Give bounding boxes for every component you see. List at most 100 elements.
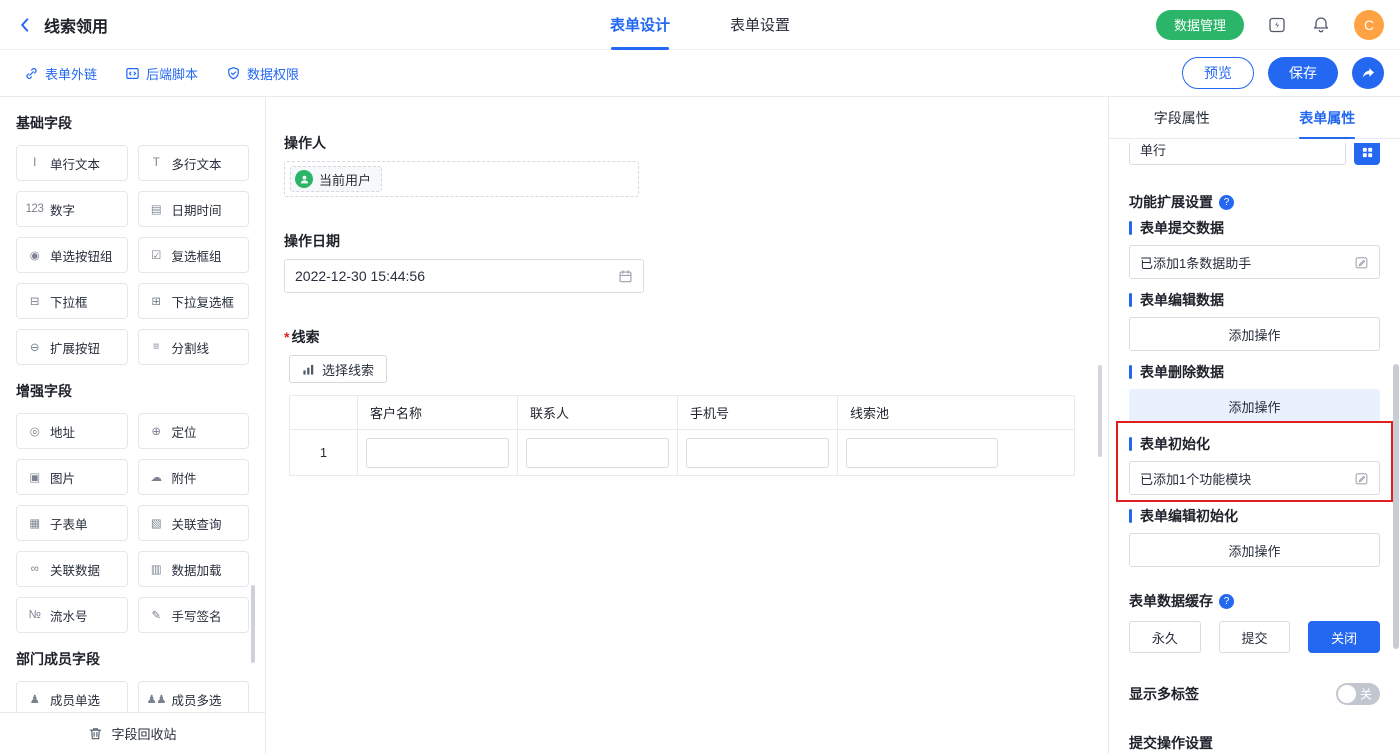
- section-title-basic: 基础字段: [16, 113, 249, 133]
- page-title: 线索领用: [44, 13, 108, 37]
- canvas-scrollbar[interactable]: [1098, 365, 1102, 457]
- field-item-address[interactable]: ◎ 地址: [16, 413, 128, 449]
- column-header-contact: 联系人: [518, 396, 678, 430]
- select-clue-button[interactable]: 选择线索: [289, 355, 387, 383]
- field-item-number[interactable]: 123 数字: [16, 191, 128, 227]
- form-init-setting[interactable]: 已添加1个功能模块: [1129, 461, 1380, 495]
- panel-scrollbar[interactable]: [1393, 364, 1399, 649]
- field-item-select[interactable]: ⊟ 下拉框: [16, 283, 128, 319]
- contact-input[interactable]: [526, 438, 669, 468]
- switch-knob: [1338, 685, 1356, 703]
- backend-script-link[interactable]: 后端脚本: [125, 64, 198, 83]
- operate-date-label: 操作日期: [284, 231, 1108, 251]
- operator-value-box[interactable]: 当前用户: [284, 161, 639, 197]
- field-item-relation-query[interactable]: ▧ 关联查询: [138, 505, 250, 541]
- cache-setting-title: 表单数据缓存 ?: [1129, 592, 1380, 610]
- basic-field-grid: I 单行文本 T 多行文本 123 数字 ▤ 日期时间 ◉ 单选按钮组: [16, 145, 249, 365]
- share-button[interactable]: [1352, 57, 1384, 89]
- serial-number-icon: №: [25, 609, 44, 621]
- field-item-signature[interactable]: ✎ 手写签名: [138, 597, 250, 633]
- field-operator[interactable]: 操作人 当前用户: [284, 133, 1108, 197]
- column-header-phone: 手机号: [678, 396, 838, 430]
- shield-icon: [226, 66, 241, 81]
- cache-submit-button[interactable]: 提交: [1219, 621, 1291, 653]
- radio-group-icon: ◉: [25, 248, 44, 262]
- field-item-extend-button[interactable]: ⊖ 扩展按钮: [16, 329, 128, 365]
- data-permission-label: 数据权限: [247, 64, 299, 83]
- field-item-checkbox-group[interactable]: ☑ 复选框组: [138, 237, 250, 273]
- field-item-relation-data[interactable]: ∞ 关联数据: [16, 551, 128, 587]
- field-item-data-load[interactable]: ▥ 数据加载: [138, 551, 250, 587]
- field-item-image[interactable]: ▣ 图片: [16, 459, 128, 495]
- field-item-subform[interactable]: ▦ 子表单: [16, 505, 128, 541]
- field-item-single-line-text[interactable]: I 单行文本: [16, 145, 128, 181]
- field-item-member-single[interactable]: ♟ 成员单选: [16, 681, 128, 712]
- submit-settings-title: 提交操作设置: [1129, 733, 1380, 753]
- group-form-submit-data: 表单提交数据 已添加1条数据助手: [1129, 219, 1380, 279]
- form-external-link[interactable]: 表单外链: [24, 64, 97, 83]
- form-canvas: 操作人 当前用户 操作日期 2022-12-30 15:44:56 * 线索: [266, 97, 1108, 754]
- form-toolbar: 表单外链 后端脚本 数据权限 预览 保存: [0, 50, 1400, 97]
- data-manage-button[interactable]: 数据管理: [1156, 10, 1244, 40]
- date-input[interactable]: 2022-12-30 15:44:56: [284, 259, 644, 293]
- index-column-header: [290, 396, 358, 430]
- toolbar-actions: 预览 保存: [1182, 57, 1384, 89]
- group-title: 表单删除数据: [1140, 362, 1224, 382]
- field-item-divider[interactable]: ≡ 分割线: [138, 329, 250, 365]
- clue-pool-input[interactable]: [846, 438, 998, 468]
- recycle-bin-label: 字段回收站: [111, 724, 176, 743]
- field-item-attachment[interactable]: ☁ 附件: [138, 459, 250, 495]
- group-accent-bar: [1129, 293, 1132, 307]
- preview-button[interactable]: 预览: [1182, 57, 1254, 89]
- tab-field-properties[interactable]: 字段属性: [1109, 97, 1255, 138]
- clipped-setting-input[interactable]: 单行: [1129, 143, 1346, 165]
- edit-icon: [1354, 471, 1369, 486]
- phone-input[interactable]: [686, 438, 829, 468]
- image-icon: ▣: [25, 470, 44, 484]
- field-operate-date[interactable]: 操作日期 2022-12-30 15:44:56: [284, 231, 1108, 293]
- field-item-radio-group[interactable]: ◉ 单选按钮组: [16, 237, 128, 273]
- field-clue[interactable]: * 线索 选择线索 客户名称 联系人 手机号 线索池: [284, 327, 1108, 476]
- field-recycle-bin[interactable]: 字段回收站: [0, 712, 265, 754]
- attachment-icon: ☁: [147, 470, 166, 484]
- form-edit-data-add-button[interactable]: 添加操作: [1129, 317, 1380, 351]
- bell-icon[interactable]: [1310, 14, 1332, 36]
- save-button[interactable]: 保存: [1268, 57, 1338, 89]
- cache-forever-button[interactable]: 永久: [1129, 621, 1201, 653]
- tab-form-properties[interactable]: 表单属性: [1255, 97, 1400, 138]
- field-item-member-multi[interactable]: ♟♟ 成员多选: [138, 681, 250, 712]
- column-header-customer-name: 客户名称: [358, 396, 518, 430]
- tab-form-settings[interactable]: 表单设置: [728, 0, 792, 50]
- clue-label: * 线索: [284, 327, 1108, 347]
- address-icon: ◎: [25, 424, 44, 438]
- customer-name-input[interactable]: [366, 438, 509, 468]
- multi-tab-switch[interactable]: 关: [1336, 683, 1380, 705]
- tab-form-design[interactable]: 表单设计: [608, 0, 672, 50]
- properties-panel: 字段属性 表单属性 单行 功能扩展设置 ? 表单提交数据: [1108, 97, 1400, 754]
- field-item-datetime[interactable]: ▤ 日期时间: [138, 191, 250, 227]
- current-user-tag[interactable]: 当前用户: [290, 166, 382, 192]
- field-item-multiline-text[interactable]: T 多行文本: [138, 145, 250, 181]
- field-item-location[interactable]: ⊕ 定位: [138, 413, 250, 449]
- cache-close-button[interactable]: 关闭: [1308, 621, 1380, 653]
- main-content: 基础字段 I 单行文本 T 多行文本 123 数字 ▤ 日期时间: [0, 97, 1400, 754]
- group-accent-bar: [1129, 437, 1132, 451]
- group-title: 表单编辑初始化: [1140, 506, 1238, 526]
- field-item-serial-number[interactable]: № 流水号: [16, 597, 128, 633]
- avatar[interactable]: C: [1354, 10, 1384, 40]
- form-delete-data-add-button[interactable]: 添加操作: [1129, 389, 1380, 423]
- help-icon[interactable]: ?: [1219, 195, 1234, 210]
- back-button[interactable]: [14, 14, 36, 36]
- help-icon[interactable]: ?: [1219, 594, 1234, 609]
- select-icon: ⊟: [25, 294, 44, 308]
- member-field-grid: ♟ 成员单选 ♟♟ 成员多选: [16, 681, 249, 712]
- sidebar-scrollbar[interactable]: [251, 585, 255, 663]
- panel-mini-action-button[interactable]: [1354, 143, 1380, 165]
- extend-button-icon: ⊖: [25, 340, 44, 354]
- section-title-member: 部门成员字段: [16, 649, 249, 669]
- data-permission-link[interactable]: 数据权限: [226, 64, 299, 83]
- form-submit-data-setting[interactable]: 已添加1条数据助手: [1129, 245, 1380, 279]
- form-edit-init-add-button[interactable]: 添加操作: [1129, 533, 1380, 567]
- field-item-multi-select[interactable]: ⊞ 下拉复选框: [138, 283, 250, 319]
- app-switch-icon[interactable]: [1266, 14, 1288, 36]
